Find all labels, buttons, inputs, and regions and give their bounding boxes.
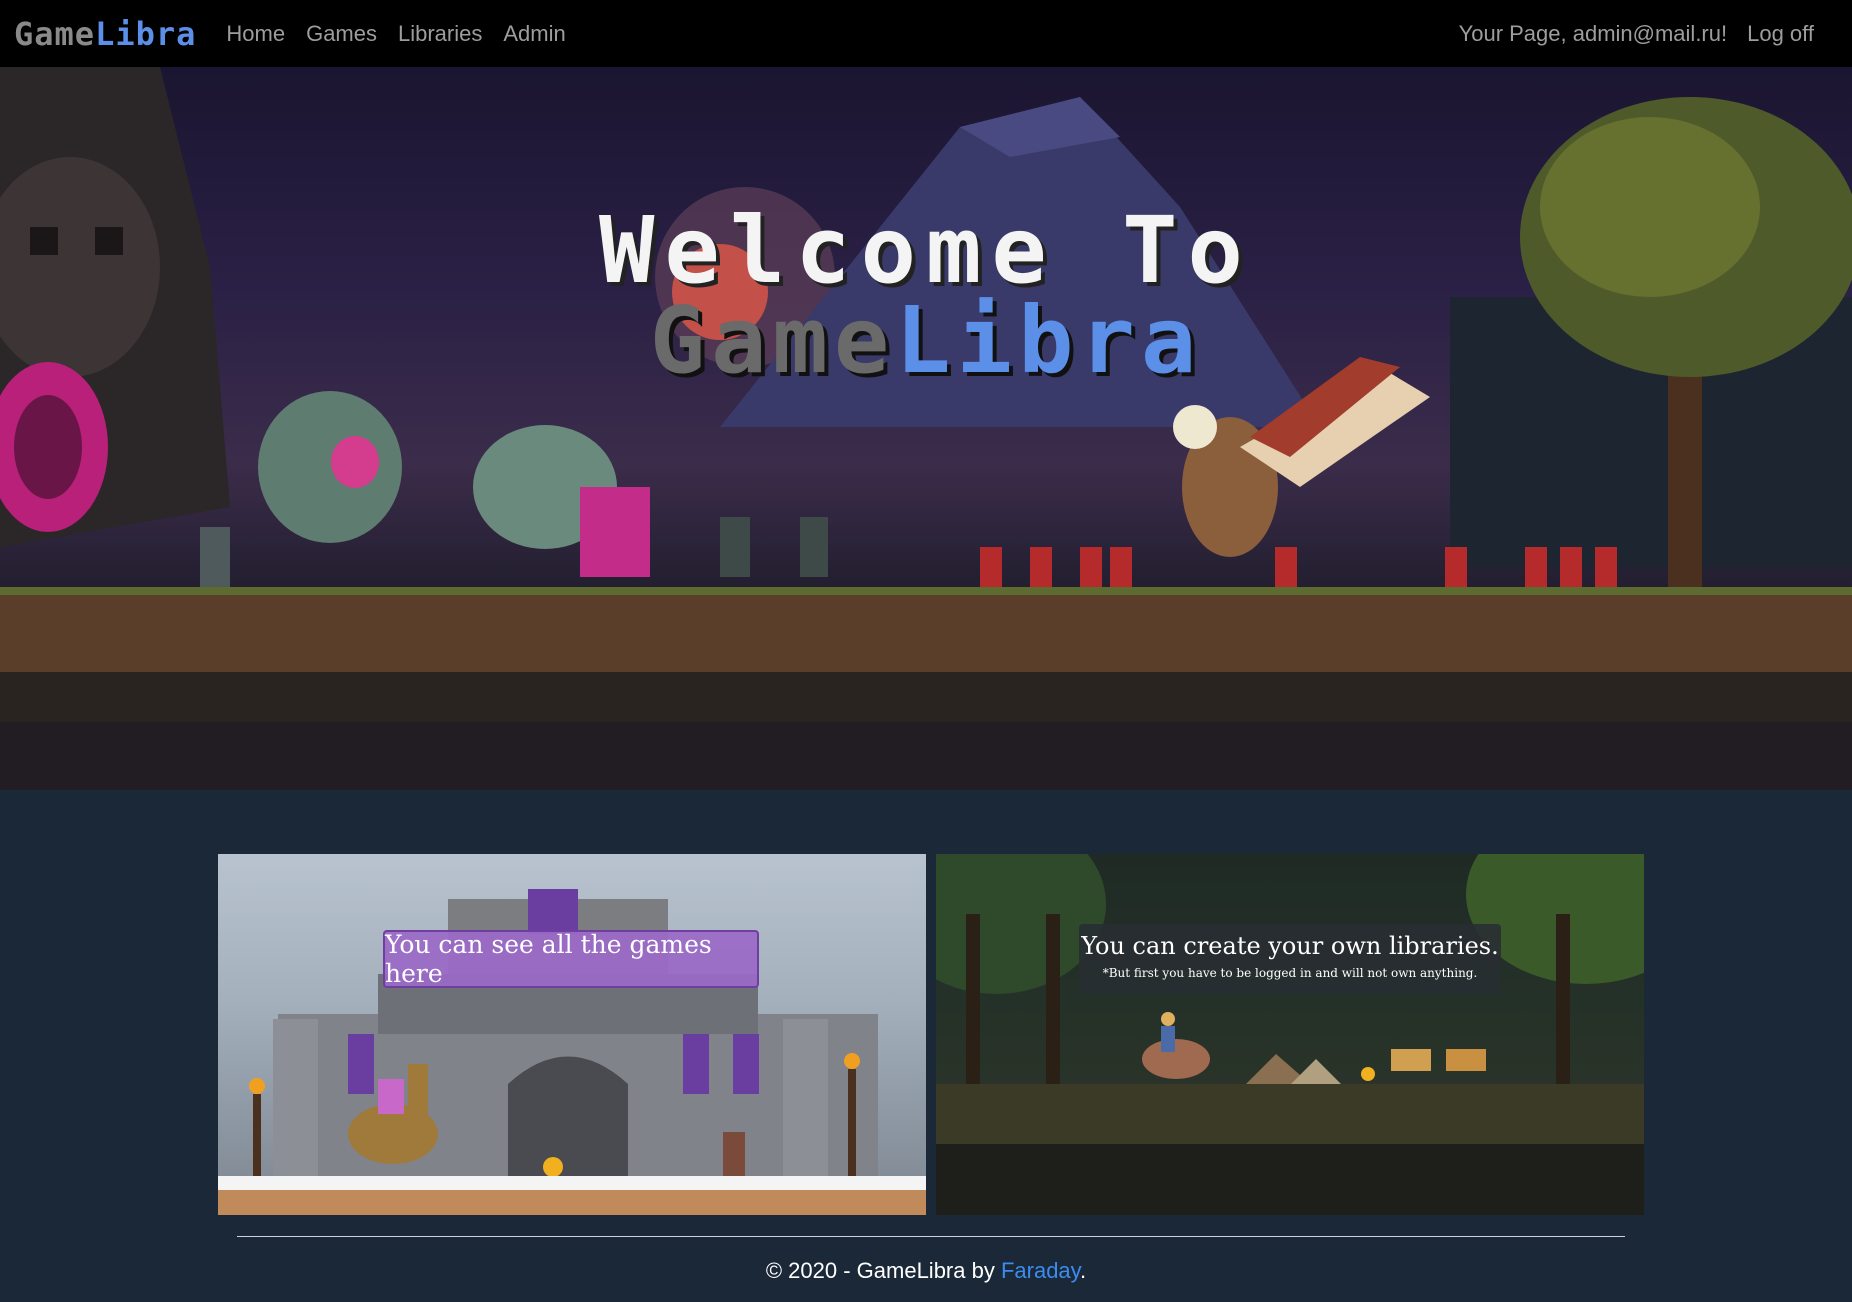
footer-copyright: © 2020 - GameLibra by — [765, 1258, 1001, 1283]
hero-brand-heading: GameLibra — [0, 287, 1852, 394]
games-caption: You can see all the games here — [383, 930, 759, 988]
hero-banner: Welcome To GameLibra — [0, 67, 1852, 790]
author-link[interactable]: Faraday — [1001, 1258, 1080, 1283]
libraries-caption: You can create your own libraries. *But … — [1079, 924, 1501, 994]
nav-games-link[interactable]: Games — [306, 21, 377, 47]
user-page-link[interactable]: Your Page, admin@mail.ru! — [1459, 21, 1728, 47]
logout-link[interactable]: Log off — [1747, 21, 1814, 47]
brand-part-game: Game — [14, 14, 96, 53]
user-nav: Your Page, admin@mail.ru! Log off — [1439, 21, 1814, 47]
nav-home-link[interactable]: Home — [226, 21, 285, 47]
brand-logo-link[interactable]: GameLibra — [14, 15, 196, 53]
page-footer: © 2020 - GameLibra by Faraday. — [0, 1258, 1852, 1284]
libraries-feature-card[interactable]: You can create your own libraries. *But … — [936, 854, 1644, 1215]
forest-camp-pixel-art — [936, 854, 1644, 1215]
nav-libraries-link[interactable]: Libraries — [398, 21, 482, 47]
hero-pixel-art-scene — [0, 67, 1852, 790]
hero-brand-game: Game — [649, 287, 896, 394]
brand-part-libra: Libra — [95, 14, 197, 53]
libraries-caption-title: You can create your own libraries. — [1081, 932, 1499, 960]
hero-brand-libra: Libra — [895, 287, 1203, 394]
footer-period: . — [1080, 1258, 1087, 1283]
top-navbar: GameLibra Home Games Libraries Admin You… — [0, 0, 1852, 67]
nav-admin-link[interactable]: Admin — [503, 21, 565, 47]
castle-pixel-art — [218, 889, 926, 1215]
main-nav: Home Games Libraries Admin — [226, 21, 586, 47]
libraries-caption-note: *But first you have to be logged in and … — [1102, 966, 1478, 980]
games-feature-card[interactable]: You can see all the games here — [218, 854, 926, 1215]
footer-divider — [237, 1236, 1625, 1237]
